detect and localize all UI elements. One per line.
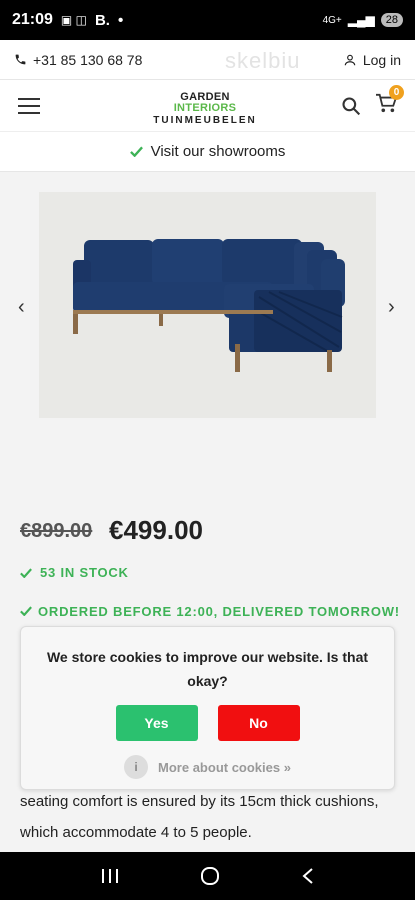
product-description: seating comfort is ensured by its 15cm t… xyxy=(20,793,379,841)
check-icon xyxy=(20,567,32,578)
status-indicator: B. xyxy=(94,11,110,29)
stock-label: 53 IN STOCK xyxy=(40,565,129,580)
more-about-cookies-link[interactable]: i More about cookies » xyxy=(21,755,394,779)
cookie-accept-button[interactable]: Yes xyxy=(115,705,198,741)
phone-icon xyxy=(15,54,26,65)
network-label: 4G+ xyxy=(322,14,342,26)
logo-word-interiors: INTERIORS xyxy=(173,102,237,114)
cart-button[interactable]: 0 xyxy=(375,85,404,118)
system-nav-bar xyxy=(0,852,415,900)
chevron-left-icon[interactable]: ‹ xyxy=(18,296,25,319)
back-icon[interactable] xyxy=(301,867,315,885)
login-link[interactable]: Log in xyxy=(343,52,401,68)
cart-count-badge: 0 xyxy=(389,85,404,100)
battery-badge: 28 xyxy=(380,13,403,27)
check-icon xyxy=(129,146,143,157)
more-about-cookies-label: More about cookies » xyxy=(158,759,291,775)
watermark: skelbiu xyxy=(225,48,301,73)
top-contact-bar: +31 85 130 68 78 skelbiu Log in xyxy=(0,40,415,80)
site-logo[interactable]: GARDEN INTERIORS TUINMEUBELEN xyxy=(150,92,260,126)
status-bar: 21:09 ▣ ◫ B. • 4G+ ▂▄▆ 28 xyxy=(0,0,415,40)
phone-number: +31 85 130 68 78 xyxy=(33,51,143,68)
info-icon: i xyxy=(124,755,149,779)
chevron-right-icon[interactable]: › xyxy=(388,296,395,319)
product-image[interactable] xyxy=(39,192,376,418)
user-icon xyxy=(344,54,356,65)
site-header: GARDEN INTERIORS TUINMEUBELEN 0 xyxy=(0,80,415,132)
showrooms-label: Visit our showrooms xyxy=(150,143,286,160)
showrooms-link[interactable]: Visit our showrooms xyxy=(0,132,415,172)
sofa-illustration xyxy=(73,239,345,372)
current-price: €499.00 xyxy=(109,515,203,545)
old-price: €899.00 xyxy=(20,520,93,542)
check-icon xyxy=(20,606,32,617)
cookie-message: We store cookies to improve our website.… xyxy=(46,649,369,689)
recent-apps-icon[interactable] xyxy=(101,868,119,884)
stock-status: 53 IN STOCK xyxy=(20,565,129,580)
signal-icon: ▂▄▆ xyxy=(347,13,375,27)
phone-link[interactable]: +31 85 130 68 78 xyxy=(14,52,142,68)
delivery-notice: ORDERED BEFORE 12:00, DELIVERED TOMORROW… xyxy=(20,602,400,626)
notification-icons: ▣ ◫ xyxy=(60,13,87,27)
dot-icon: • xyxy=(117,11,124,29)
logo-subtitle: TUINMEUBELEN xyxy=(153,115,257,126)
login-label: Log in xyxy=(362,51,401,68)
search-icon[interactable] xyxy=(341,96,361,116)
home-icon[interactable] xyxy=(200,866,220,886)
cookie-decline-button[interactable]: No xyxy=(217,705,300,741)
delivery-label: ORDERED BEFORE 12:00, DELIVERED TOMORROW… xyxy=(38,604,400,619)
status-time: 21:09 xyxy=(12,11,53,28)
cookie-consent-dialog: We store cookies to improve our website.… xyxy=(20,626,395,790)
menu-icon[interactable] xyxy=(18,97,40,115)
